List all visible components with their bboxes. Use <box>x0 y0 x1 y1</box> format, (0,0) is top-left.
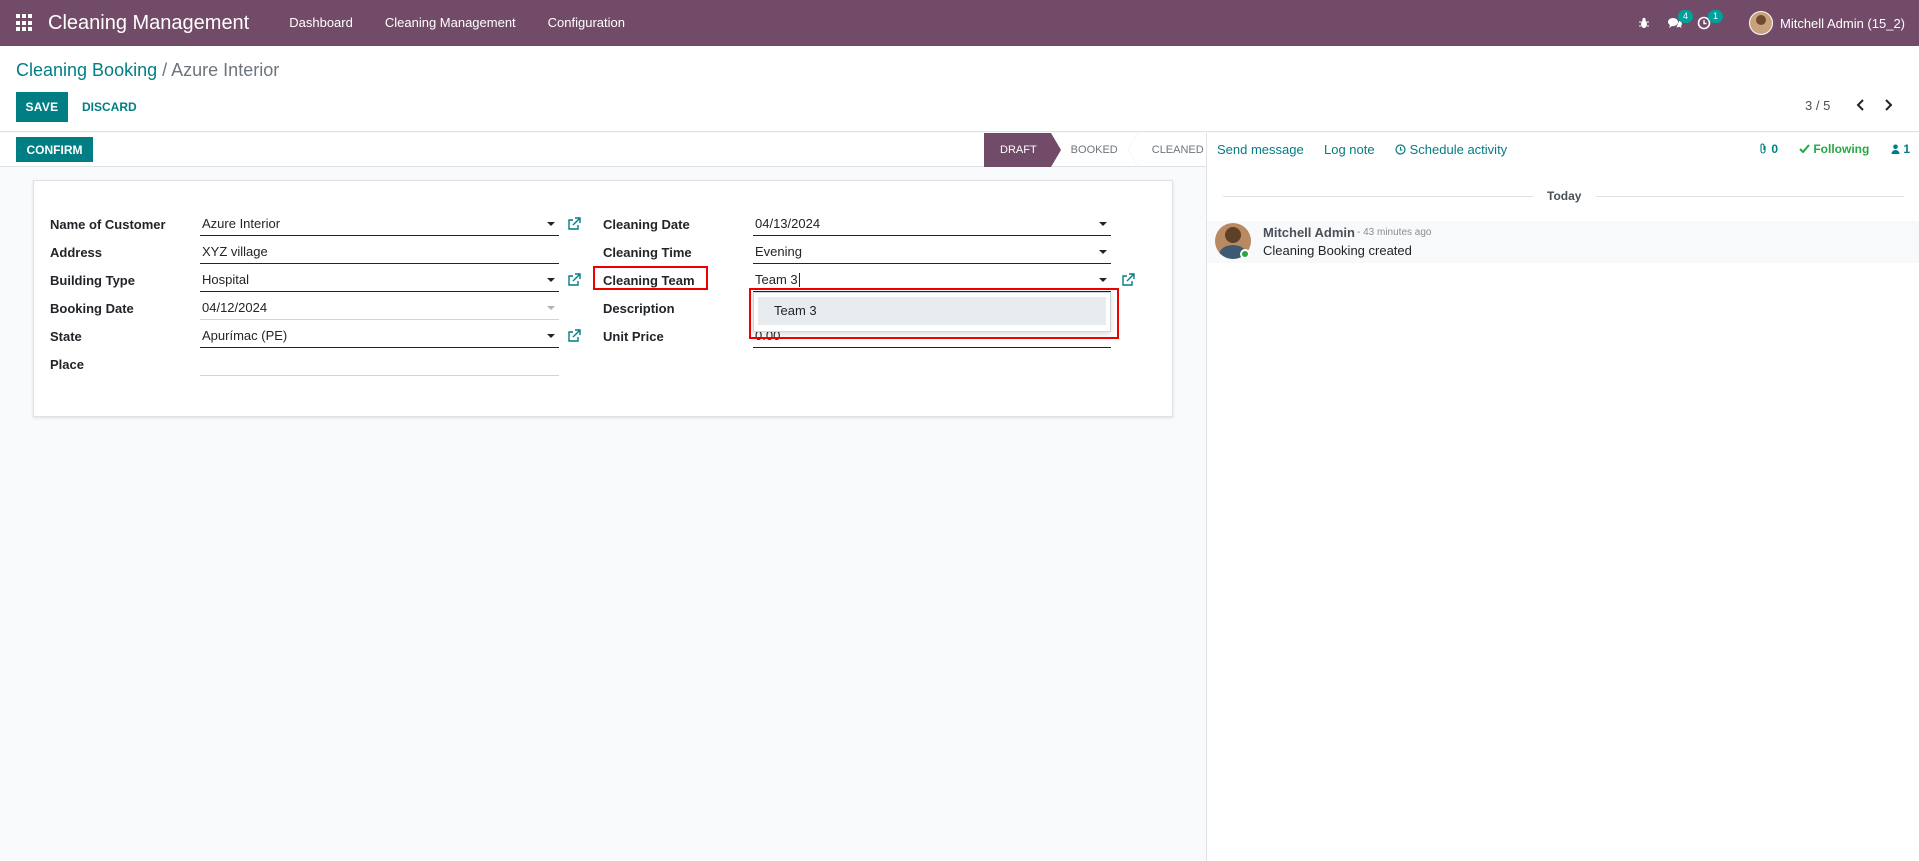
breadcrumb-parent[interactable]: Cleaning Booking <box>16 60 157 80</box>
text-cursor <box>798 273 800 288</box>
external-link-icon[interactable] <box>1121 273 1135 287</box>
top-navbar: Cleaning Management Dashboard Cleaning M… <box>0 0 1919 46</box>
label-unit-price: Unit Price <box>603 329 664 344</box>
date-separator: Today <box>1207 189 1919 203</box>
following-button[interactable]: Following <box>1799 142 1869 156</box>
paperclip-icon <box>1760 143 1766 154</box>
building-type-field[interactable]: Hospital <box>200 268 559 292</box>
menu-cleaning-management[interactable]: Cleaning Management <box>369 0 532 46</box>
followers-button[interactable]: 1 <box>1891 142 1910 156</box>
label-place: Place <box>50 357 84 372</box>
stage-draft[interactable]: DRAFT <box>984 133 1061 167</box>
form-statusbar: CONFIRM DRAFT BOOKED CLEANED <box>0 133 1206 167</box>
save-button[interactable]: SAVE <box>16 92 68 122</box>
stage-cleaned[interactable]: CLEANED <box>1132 133 1218 167</box>
main-menu: Dashboard Cleaning Management Configurat… <box>273 0 641 46</box>
apps-menu-icon[interactable] <box>16 14 34 32</box>
attachments-button[interactable]: 0 <box>1759 142 1778 156</box>
label-description: Description <box>603 301 675 316</box>
send-message-button[interactable]: Send message <box>1217 142 1304 157</box>
menu-configuration[interactable]: Configuration <box>532 0 641 46</box>
external-link-icon[interactable] <box>567 329 581 343</box>
chatter-message: Mitchell Admin - 43 minutes ago Cleaning… <box>1207 221 1919 263</box>
dropdown-caret-icon[interactable] <box>547 305 555 310</box>
messages-icon[interactable]: 4 <box>1659 0 1693 46</box>
message-timestamp: - 43 minutes ago <box>1357 227 1432 238</box>
schedule-activity-button[interactable]: Schedule activity <box>1395 142 1507 157</box>
label-state: State <box>50 329 82 344</box>
confirm-button[interactable]: CONFIRM <box>16 137 93 162</box>
dropdown-highlight <box>749 288 1119 339</box>
stage-booked[interactable]: BOOKED <box>1051 133 1138 167</box>
breadcrumb-current: Azure Interior <box>171 60 280 80</box>
log-note-button[interactable]: Log note <box>1324 142 1375 157</box>
chevron-left-icon[interactable] <box>1851 94 1871 116</box>
state-field[interactable]: Apurímac (PE) <box>200 324 559 348</box>
cleaning-date-field[interactable]: 04/13/2024 <box>753 212 1111 236</box>
dropdown-caret-icon[interactable] <box>1099 277 1107 282</box>
label-cleaning-time: Cleaning Time <box>603 245 692 260</box>
clock-icon <box>1395 144 1406 155</box>
message-author[interactable]: Mitchell Admin <box>1263 225 1355 240</box>
online-status-icon <box>1240 249 1250 259</box>
label-cleaning-date: Cleaning Date <box>603 217 690 232</box>
app-brand[interactable]: Cleaning Management <box>48 12 249 35</box>
chatter-topbar: Send message Log note Schedule activity … <box>1207 133 1919 167</box>
customer-field[interactable]: Azure Interior <box>200 212 559 236</box>
date-separator-label: Today <box>1547 189 1582 203</box>
stage-pipeline: DRAFT BOOKED CLEANED <box>984 133 1218 167</box>
navbar-systray: 4 1 Mitchell Admin (15_2) <box>1629 0 1905 46</box>
debug-bug-icon[interactable] <box>1629 0 1659 46</box>
label-name-of-customer: Name of Customer <box>50 217 166 232</box>
external-link-icon[interactable] <box>567 273 581 287</box>
breadcrumb: Cleaning Booking / Azure Interior <box>16 60 279 81</box>
label-cleaning-team: Cleaning Team <box>603 273 695 288</box>
user-avatar <box>1749 11 1773 35</box>
dropdown-caret-icon[interactable] <box>1099 249 1107 254</box>
check-icon <box>1799 144 1810 154</box>
cleaning-time-select[interactable]: Evening <box>753 240 1111 264</box>
external-link-icon[interactable] <box>567 217 581 231</box>
label-building-type: Building Type <box>50 273 135 288</box>
user-menu[interactable]: Mitchell Admin (15_2) <box>1749 11 1905 35</box>
dropdown-caret-icon[interactable] <box>547 277 555 282</box>
label-booking-date: Booking Date <box>50 301 134 316</box>
message-body: Cleaning Booking created <box>1263 243 1412 258</box>
dropdown-caret-icon[interactable] <box>547 333 555 338</box>
user-name: Mitchell Admin (15_2) <box>1780 15 1905 31</box>
booking-date-field[interactable]: 04/12/2024 <box>200 296 559 320</box>
breadcrumb-separator: / <box>162 60 168 80</box>
address-input[interactable]: XYZ village <box>200 240 559 264</box>
control-panel: Cleaning Booking / Azure Interior SAVE D… <box>0 46 1919 132</box>
dropdown-caret-icon[interactable] <box>547 221 555 226</box>
label-address: Address <box>50 245 103 260</box>
place-input[interactable] <box>200 352 559 376</box>
pager-value[interactable]: 3 / 5 <box>1805 98 1830 113</box>
activity-clock-icon[interactable]: 1 <box>1689 0 1723 46</box>
user-icon <box>1891 144 1900 154</box>
chatter-panel: Send message Log note Schedule activity … <box>1206 133 1919 861</box>
menu-dashboard[interactable]: Dashboard <box>273 0 369 46</box>
activity-badge: 1 <box>1707 10 1723 23</box>
discard-button[interactable]: DISCARD <box>74 92 145 122</box>
chevron-right-icon[interactable] <box>1878 94 1898 116</box>
dropdown-caret-icon[interactable] <box>1099 221 1107 226</box>
